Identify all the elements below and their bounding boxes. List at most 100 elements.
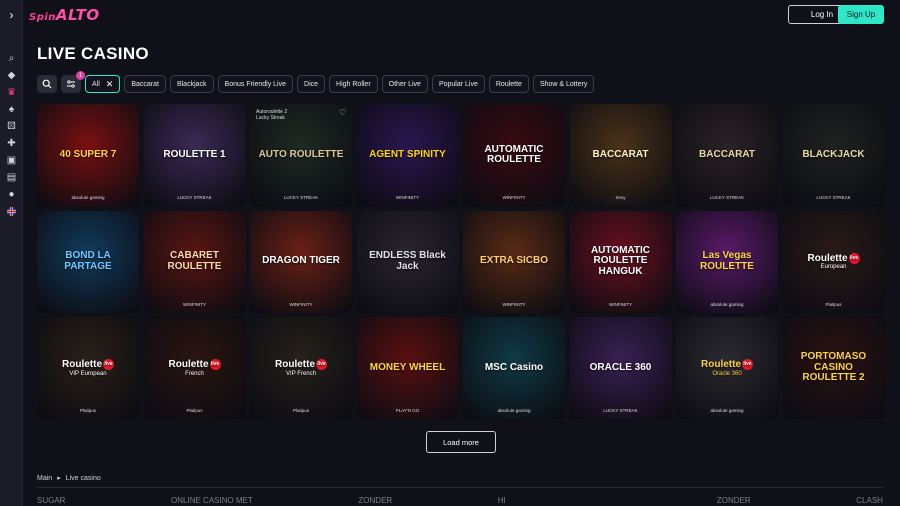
game-title: Roulette live European bbox=[804, 252, 864, 271]
game-tile[interactable]: CABARET ROULETTE WINFINITY bbox=[143, 210, 246, 313]
game-provider-logo: LUCKY STREAK bbox=[709, 195, 745, 200]
game-tile[interactable]: Roulette live VIP European Platipus bbox=[37, 317, 139, 419]
game-title-text: BLACKJACK bbox=[802, 148, 865, 160]
chip-show-lottery[interactable]: Show & Lottery bbox=[532, 75, 595, 93]
filter-bar: 1 All ✕ Baccarat Blackjack Bonus Friendl… bbox=[37, 71, 595, 93]
game-tile[interactable]: BACCARAT Sexy bbox=[569, 104, 672, 206]
game-tile[interactable]: AUTOMATIC ROULETTE HANGUK WINFINITY bbox=[569, 210, 672, 313]
chip-roulette[interactable]: Roulette bbox=[488, 75, 529, 93]
game-title-text: MSC Casino bbox=[484, 361, 544, 373]
game-tile[interactable]: BOND LA PARTAGE bbox=[37, 210, 139, 313]
game-title: Roulette live VIP French bbox=[271, 359, 331, 377]
game-title: BACCARAT bbox=[695, 149, 759, 161]
game-tile[interactable]: Roulette live European Platipus bbox=[782, 210, 885, 313]
game-tile[interactable]: ORACLE 360 LUCKY STREAK bbox=[569, 317, 672, 419]
breadcrumb: Main ▸ Live casino bbox=[37, 474, 101, 483]
game-title: EXTRA SICBO bbox=[476, 256, 552, 267]
close-icon[interactable]: ✕ bbox=[106, 79, 114, 90]
footer-logo: ZONDER bbox=[716, 496, 751, 505]
game-tile[interactable]: Roulette live VIP French Platipus bbox=[250, 317, 352, 419]
game-title-text: AUTOMATIC ROULETTE HANGUK bbox=[590, 244, 651, 277]
game-tile[interactable]: Roulette live French Platipus bbox=[143, 317, 246, 419]
game-title: AUTO ROULETTE bbox=[255, 149, 348, 161]
tag-icon[interactable]: ◆ bbox=[0, 67, 23, 84]
chevron-right-icon[interactable]: › bbox=[0, 0, 23, 30]
game-tile[interactable]: 40 SUPER 7 absolute gaming bbox=[37, 104, 139, 206]
load-more-button[interactable]: Load more bbox=[426, 431, 496, 453]
search-icon[interactable]: ⌕ bbox=[0, 50, 23, 67]
chip-other-live[interactable]: Other Live bbox=[381, 75, 428, 93]
game-tile[interactable]: MONEY WHEEL PLAY'N GO bbox=[356, 317, 459, 419]
game-tile[interactable]: ROULETTE 1 LUCKY STREAK bbox=[143, 104, 246, 206]
live-badge: live bbox=[316, 359, 327, 371]
spade-icon[interactable]: ♠ bbox=[0, 101, 23, 118]
game-title-text: EXTRA SICBO bbox=[480, 255, 548, 267]
game-title-text: Roulette bbox=[275, 359, 315, 371]
game-tile[interactable]: DRAGON TIGER WINFINITY bbox=[250, 210, 352, 313]
game-provider-logo: WINFINITY bbox=[289, 301, 313, 307]
search-button[interactable] bbox=[37, 75, 57, 93]
game-tile[interactable]: Autoroulette 2 Lucky Streak ♡ AUTO ROULETTE… bbox=[250, 104, 352, 206]
game-provider-logo: Platipus bbox=[825, 301, 842, 307]
filter-settings-button[interactable]: 1 bbox=[61, 71, 85, 93]
flag-uk-icon[interactable] bbox=[0, 203, 23, 220]
slot-machine-icon[interactable]: ▣ bbox=[0, 152, 23, 169]
game-provider-logo: LUCKY STREAK bbox=[177, 195, 212, 200]
game-provider-logo: WINFINITY bbox=[502, 195, 526, 200]
game-tile[interactable]: ENDLESS Black Jack bbox=[356, 210, 459, 313]
game-title: MSC Casino bbox=[481, 361, 547, 374]
heart-icon[interactable]: ♡ bbox=[339, 108, 346, 117]
game-tile[interactable]: Roulette live Oracle 360 absolute gaming bbox=[676, 317, 778, 419]
game-tile[interactable]: Las Vegas ROULETTE absolute gaming bbox=[676, 210, 778, 313]
signup-button[interactable]: Sign Up bbox=[838, 5, 884, 24]
breadcrumb-home[interactable]: Main bbox=[37, 475, 52, 482]
chip-high-roller[interactable]: High Roller bbox=[329, 75, 378, 93]
chat-icon[interactable]: ● bbox=[0, 186, 23, 203]
game-tile[interactable]: PORTOMASO CASINO ROULETTE 2 bbox=[782, 317, 885, 419]
game-title-text: PORTOMASO CASINO ROULETTE 2 bbox=[800, 351, 867, 384]
game-tile[interactable]: EXTRA SICBO WINFINITY bbox=[463, 210, 565, 313]
search-icon bbox=[42, 79, 52, 89]
chip-all[interactable]: All ✕ bbox=[85, 75, 121, 93]
crown-icon[interactable]: ♛ bbox=[0, 84, 23, 101]
live-badge: live bbox=[742, 359, 753, 371]
game-title-text: MONEY WHEEL bbox=[369, 361, 446, 373]
live-badge: live bbox=[209, 359, 221, 371]
chip-baccarat[interactable]: Baccarat bbox=[124, 75, 166, 93]
sliders-icon bbox=[67, 80, 75, 88]
game-title: DRAGON TIGER bbox=[258, 256, 344, 267]
game-title-text: CABARET ROULETTE bbox=[167, 250, 222, 272]
dice-icon[interactable]: ⚄ bbox=[0, 118, 23, 135]
game-provider-name: Lucky Streak bbox=[256, 115, 285, 121]
game-title-text: Las Vegas ROULETTE bbox=[700, 250, 754, 272]
chip-dice[interactable]: Dice bbox=[297, 75, 326, 93]
puzzle-icon[interactable]: ✚ bbox=[0, 135, 23, 152]
game-tile[interactable]: MSC Casino absolute gaming bbox=[463, 317, 565, 419]
game-provider-logo: WINFINITY bbox=[396, 195, 419, 200]
chip-blackjack[interactable]: Blackjack bbox=[169, 75, 214, 93]
game-title-text: Roulette bbox=[62, 359, 102, 371]
footer-logo: HI bbox=[497, 496, 506, 505]
sidebar-rail: › ⌕ ◆ ♛ ♠ ⚄ ✚ ▣ ▤ ● bbox=[0, 0, 23, 506]
chip-popular-live[interactable]: Popular Live bbox=[431, 75, 485, 93]
game-tile[interactable]: AUTOMATIC ROULETTE WINFINITY bbox=[463, 104, 565, 206]
chip-bonus-friendly-live[interactable]: Bonus Friendly Live bbox=[217, 75, 294, 93]
breadcrumb-separator-icon: ▸ bbox=[57, 475, 61, 482]
game-title: AUTOMATIC ROULETTE bbox=[463, 143, 565, 166]
site-logo[interactable]: SpinALTO bbox=[29, 6, 100, 24]
game-tile[interactable]: BLACKJACK LUCKY STREAK bbox=[782, 104, 885, 206]
game-title-text: AUTOMATIC ROULETTE bbox=[484, 143, 544, 165]
cards-icon[interactable]: ▤ bbox=[0, 169, 23, 186]
game-variant: European bbox=[820, 264, 847, 271]
game-tile[interactable]: BACCARAT LUCKY STREAK bbox=[676, 104, 778, 206]
game-provider-logo: Sexy bbox=[615, 195, 626, 200]
game-tile[interactable]: AGENT SPINITY WINFINITY bbox=[356, 104, 459, 206]
game-title: Roulette live VIP European bbox=[58, 359, 118, 377]
footer-logos: SUGAR ONLINE CASINO MET ZONDER HI ZONDER… bbox=[37, 496, 883, 506]
game-title: AGENT SPINITY bbox=[365, 149, 450, 161]
game-title: CABARET ROULETTE bbox=[144, 250, 246, 272]
game-title-text: Roulette bbox=[701, 359, 741, 371]
game-grid: 40 SUPER 7 absolute gaming ROULETTE 1 LUCKY… bbox=[37, 104, 885, 419]
game-provider-logo: Platipus bbox=[79, 408, 96, 413]
filter-count-badge: 1 bbox=[76, 71, 85, 80]
